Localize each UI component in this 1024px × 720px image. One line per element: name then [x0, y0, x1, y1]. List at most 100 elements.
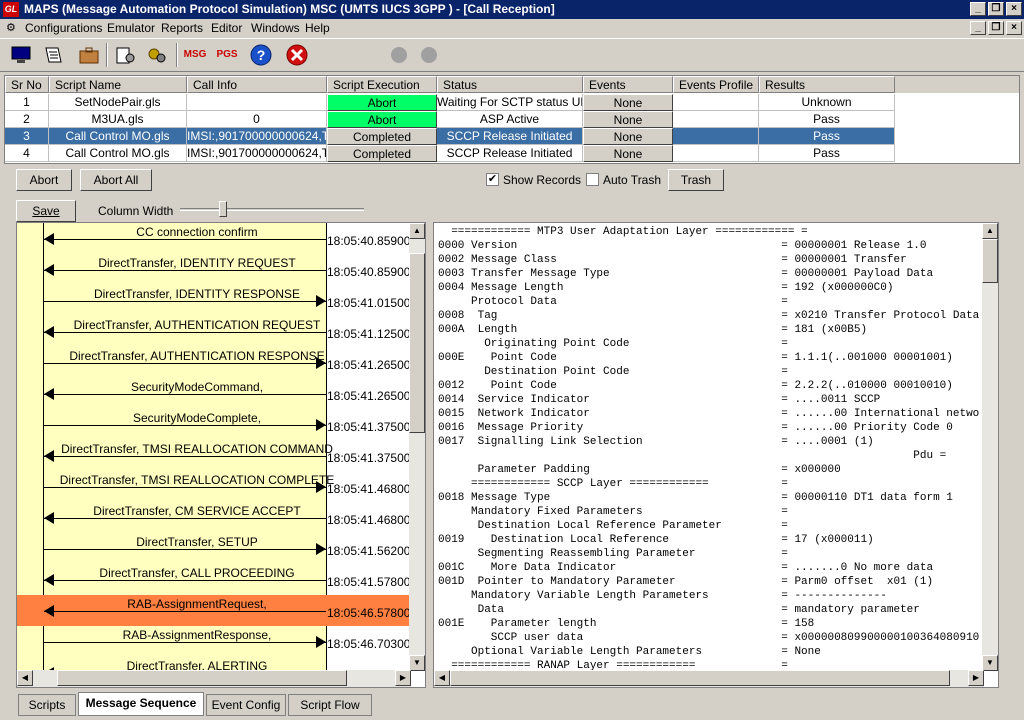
sequence-message[interactable]: DirectTransfer, SETUP 18:05:41.562000 — [17, 533, 425, 564]
table-row[interactable]: 2 M3UA.gls 0 Abort ASP Active None Pass — [5, 111, 1019, 128]
abort-exec-button[interactable]: Abort — [327, 111, 437, 128]
arrow-left-icon — [44, 450, 54, 462]
script-edit-icon[interactable] — [112, 42, 138, 68]
abort-button[interactable]: Abort — [16, 169, 72, 191]
events-button[interactable]: None — [583, 145, 673, 162]
events-button[interactable]: None — [583, 128, 673, 145]
arrow-left-icon — [44, 326, 54, 338]
decode-line: Mandatory Fixed Parameters = — [438, 506, 788, 518]
message-arrow — [44, 332, 326, 333]
column-width-slider[interactable] — [219, 201, 227, 217]
gears-icon[interactable] — [144, 42, 170, 68]
abort-all-button[interactable]: Abort All — [80, 169, 152, 191]
completed-button[interactable]: Completed — [327, 128, 437, 145]
trash-button[interactable]: Trash — [668, 169, 724, 191]
col-events[interactable]: Events — [583, 76, 673, 93]
window-title: MAPS (Message Automation Protocol Simula… — [24, 2, 555, 16]
sequence-message[interactable]: DirectTransfer, AUTHENTICATION RESPONSE 1… — [17, 347, 425, 378]
auto-trash-checkbox[interactable] — [586, 173, 599, 186]
briefcase-icon[interactable] — [76, 42, 102, 68]
col-call-info[interactable]: Call Info — [187, 76, 327, 93]
monitor-icon[interactable] — [8, 42, 34, 68]
message-arrow — [44, 549, 326, 550]
decode-scroll-left-button[interactable]: ◀ — [434, 670, 450, 686]
menu-configurations[interactable]: Configurations — [25, 19, 102, 38]
table-row[interactable]: 1 SetNodePair.gls Abort Waiting For SCTP… — [5, 94, 1019, 111]
sequence-message[interactable]: DirectTransfer, TMSI REALLOCATION COMPLE… — [17, 471, 425, 502]
col-status[interactable]: Status — [437, 76, 583, 93]
app-menu-icon[interactable]: ⚙ — [6, 19, 16, 38]
decode-line: 0017 Signalling Link Selection = ....000… — [438, 436, 874, 448]
help-icon[interactable]: ? — [248, 42, 274, 68]
arrow-right-icon — [316, 419, 326, 431]
message-arrow — [44, 301, 326, 302]
decode-scroll-up-button[interactable]: ▲ — [982, 223, 998, 239]
scroll-up-button[interactable]: ▲ — [409, 223, 425, 239]
col-script-execution[interactable]: Script Execution — [327, 76, 437, 93]
mdi-minimize-button[interactable]: _ — [970, 21, 986, 35]
sequence-message[interactable]: CC connection confirm 18:05:40.859000 — [17, 223, 425, 254]
decode-line: 0002 Message Class = 00000001 Transfer — [438, 254, 907, 266]
table-row-selected[interactable]: 3 Call Control MO.gls IMSI:,901700000000… — [5, 128, 1019, 145]
decode-line: 0015 Network Indicator = ......00 Intern… — [438, 408, 980, 420]
scroll-down-button[interactable]: ▼ — [409, 655, 425, 671]
menu-emulator[interactable]: Emulator — [107, 19, 155, 38]
restore-button[interactable]: ❐ — [988, 2, 1004, 16]
col-events-profile[interactable]: Events Profile — [673, 76, 759, 93]
scroll-left-button[interactable]: ◀ — [17, 670, 33, 686]
mdi-close-button[interactable]: × — [1006, 21, 1022, 35]
table-row[interactable]: 4 Call Control MO.gls IMSI:,901700000000… — [5, 145, 1019, 162]
hscroll-thumb[interactable] — [57, 670, 347, 686]
tab-message-sequence[interactable]: Message Sequence — [78, 692, 204, 716]
events-button[interactable]: None — [583, 94, 673, 111]
decode-scroll-down-button[interactable]: ▼ — [982, 655, 998, 671]
col-script-name[interactable]: Script Name — [49, 76, 187, 93]
minimize-button[interactable]: _ — [970, 2, 986, 16]
tab-event-config[interactable]: Event Config — [206, 694, 286, 716]
mdi-restore-button[interactable]: ❐ — [988, 21, 1004, 35]
message-label: DirectTransfer, SETUP — [136, 535, 258, 549]
document-icon[interactable] — [40, 42, 66, 68]
menu-help[interactable]: Help — [305, 19, 330, 38]
sequence-message[interactable]: SecurityModeComplete, 18:05:41.375000 — [17, 409, 425, 440]
col-sr-no[interactable]: Sr No — [5, 76, 49, 93]
tab-scripts[interactable]: Scripts — [18, 694, 76, 716]
sequence-message[interactable]: DirectTransfer, CALL PROCEEDING 18:05:41.… — [17, 564, 425, 595]
menu-windows[interactable]: Windows — [251, 19, 300, 38]
sequence-message[interactable]: DirectTransfer, CM SERVICE ACCEPT 18:05:4… — [17, 502, 425, 533]
gl-logo: GL — [3, 2, 19, 17]
pgs-icon[interactable]: PGS — [214, 42, 240, 68]
decode-hscroll-thumb[interactable] — [450, 670, 950, 686]
message-arrow — [44, 363, 326, 364]
menu-reports[interactable]: Reports — [161, 19, 203, 38]
message-label: DirectTransfer, TMSI REALLOCATION COMPLE… — [59, 473, 335, 487]
sequence-message[interactable]: SecurityModeCommand, 18:05:41.265000 — [17, 378, 425, 409]
completed-button[interactable]: Completed — [327, 145, 437, 162]
sequence-message[interactable]: DirectTransfer, IDENTITY REQUEST 18:05:40… — [17, 254, 425, 285]
scroll-thumb[interactable] — [409, 253, 425, 433]
sequence-message[interactable]: RAB-AssignmentResponse, 18:05:46.703000 — [17, 626, 425, 657]
show-records-label: Show Records — [503, 173, 582, 187]
decode-line: 0019 Destination Local Reference = 17 (x… — [438, 534, 874, 546]
decode-line: 001C More Data Indicator = .......0 No m… — [438, 562, 934, 574]
show-records-checkbox[interactable]: ✔ — [486, 173, 499, 186]
sequence-message[interactable]: RAB-AssignmentRequest, 18:05:46.578000 — [17, 595, 425, 626]
save-button[interactable]: Save — [16, 200, 76, 222]
msg-icon[interactable]: MSG — [182, 42, 208, 68]
message-label: SecurityModeCommand, — [130, 380, 264, 394]
events-button[interactable]: None — [583, 111, 673, 128]
tab-script-flow[interactable]: Script Flow — [288, 694, 372, 716]
sequence-message[interactable]: DirectTransfer, AUTHENTICATION REQUEST 18… — [17, 316, 425, 347]
scroll-right-button[interactable]: ▶ — [395, 670, 411, 686]
stop-icon[interactable] — [284, 42, 310, 68]
abort-exec-button[interactable]: Abort — [327, 94, 437, 111]
decode-scroll-right-button[interactable]: ▶ — [968, 670, 984, 686]
decode-line: 0018 Message Type = 00000110 DT1 data fo… — [438, 492, 953, 504]
decode-line: 001E Parameter length = 158 — [438, 618, 815, 630]
sequence-message[interactable]: DirectTransfer, IDENTITY RESPONSE 18:05:4… — [17, 285, 425, 316]
menu-editor[interactable]: Editor — [211, 19, 242, 38]
close-button[interactable]: × — [1006, 2, 1022, 16]
sequence-message[interactable]: DirectTransfer, TMSI REALLOCATION COMMAN… — [17, 440, 425, 471]
col-results[interactable]: Results — [759, 76, 895, 93]
decode-scroll-thumb[interactable] — [982, 239, 998, 283]
